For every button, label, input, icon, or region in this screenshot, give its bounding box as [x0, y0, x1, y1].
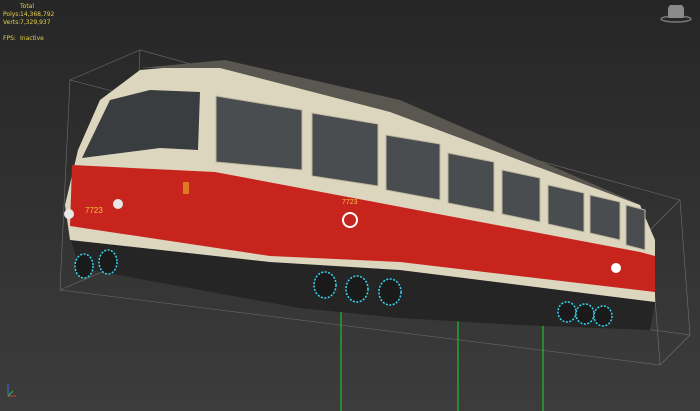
3d-viewport[interactable]: 7723 7723	[0, 0, 700, 411]
tram-windshield	[82, 90, 200, 158]
viewport-statistics: Total Polys: 14,368,792 Verts: 7,329,937 F…	[3, 3, 54, 43]
fleet-number-side: 7723	[342, 199, 358, 206]
headlight-left	[64, 209, 74, 219]
verts-value: 7,329,937	[20, 19, 51, 26]
fleet-number-front: 7723	[85, 206, 103, 215]
fps-value: Inactive	[20, 35, 44, 42]
transit-logo-rear	[611, 263, 621, 273]
stats-header: Total	[20, 3, 35, 10]
tram-model[interactable]: 7723 7723	[64, 60, 655, 330]
viewcube-icon[interactable]	[660, 4, 692, 24]
headlight-right	[113, 199, 123, 209]
axis-gizmo	[7, 384, 16, 397]
indicator-light	[183, 182, 189, 194]
verts-label: Verts:	[3, 19, 21, 26]
fps-label: FPS:	[3, 35, 16, 42]
polys-label: Polys:	[3, 11, 21, 18]
polys-value: 14,368,792	[20, 11, 55, 18]
